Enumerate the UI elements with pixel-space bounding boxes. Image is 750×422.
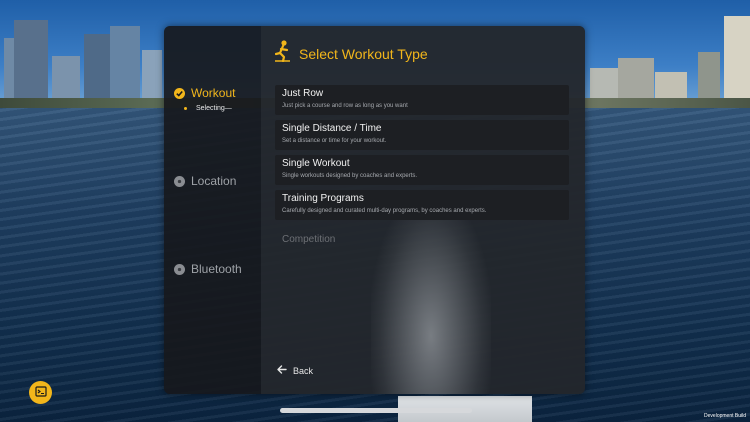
step-bluetooth[interactable]: Bluetooth [174,262,242,276]
option-competition-disabled: Competition [282,234,336,245]
option-single-workout[interactable]: Single Workout Single workouts designed … [275,155,569,185]
step-label: Workout [191,86,236,100]
option-title: Single Workout [282,158,350,169]
back-label: Back [293,365,314,376]
rower-icon [274,40,291,67]
option-single-distance-time[interactable]: Single Distance / Time Set a distance or… [275,120,569,150]
option-training-programs[interactable]: Training Programs Carefully designed and… [275,190,569,220]
bullet-icon [184,107,187,110]
step-label: Bluetooth [191,262,242,276]
dot-circle-icon [174,263,185,275]
building [142,50,162,98]
building [655,72,687,98]
step-workout[interactable]: Workout [174,86,235,100]
workout-type-pane: Select Workout Type Just Row Just pick a… [261,26,585,394]
substep-status: Selecting— [184,105,232,112]
option-description: Carefully designed and curated multi-day… [282,208,487,214]
page-title: Select Workout Type [299,45,428,62]
terminal-icon [34,384,47,402]
building [84,34,110,98]
option-just-row[interactable]: Just Row Just pick a course and row as l… [275,85,569,115]
building [618,58,654,98]
building [52,56,80,98]
page-header: Select Workout Type [274,40,428,67]
building [698,52,720,98]
option-description: Single workouts designed by coaches and … [282,173,418,179]
step-location[interactable]: Location [174,174,236,188]
substep-label: Selecting— [196,105,232,112]
building [110,26,140,98]
setup-panel: Workout Selecting— Location Bluetooth Se… [164,26,585,394]
option-description: Set a distance or time for your workout. [282,138,387,144]
console-button[interactable] [29,381,52,404]
step-label: Location [191,174,237,188]
option-description: Just pick a course and row as long as yo… [282,103,408,109]
light-beam [371,196,491,394]
home-indicator[interactable] [280,408,472,413]
dev-build-label: Development Build [704,413,746,419]
building [724,16,750,98]
check-circle-icon [174,87,185,99]
building [14,20,48,98]
building [590,68,618,98]
back-button[interactable]: Back [277,365,313,376]
steps-sidebar: Workout Selecting— Location Bluetooth [164,26,261,394]
dot-circle-icon [174,175,185,187]
option-title: Just Row [282,88,324,99]
arrow-left-icon [277,365,287,376]
option-title: Training Programs [282,193,364,204]
option-title: Single Distance / Time [282,123,382,134]
